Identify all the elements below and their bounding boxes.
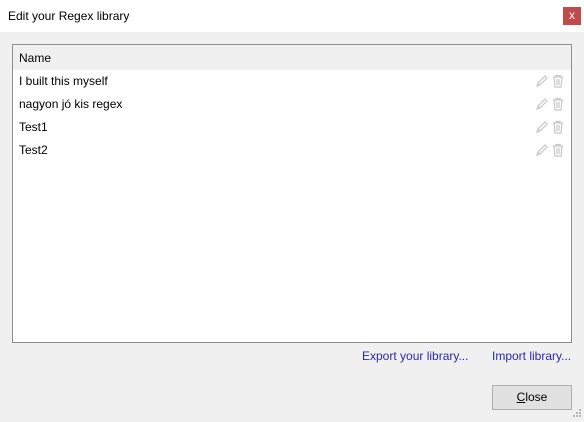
list-item[interactable]: nagyon jó kis regex: [13, 93, 571, 116]
pencil-icon[interactable]: [535, 97, 549, 111]
row-actions: [535, 97, 567, 113]
close-button-label: lose: [525, 390, 548, 404]
list-item-label: nagyon jó kis regex: [19, 97, 123, 111]
trash-icon[interactable]: [551, 74, 565, 88]
list-item-label: Test1: [19, 120, 48, 134]
column-header-name[interactable]: Name: [13, 45, 571, 70]
window-close-button[interactable]: x: [563, 7, 581, 25]
column-header-label: Name: [19, 51, 52, 65]
pencil-icon[interactable]: [535, 120, 549, 134]
regex-list[interactable]: Name I built this myself nagyon jó kis r…: [12, 44, 572, 343]
regex-library-dialog: Edit your Regex library x Name I built t…: [0, 0, 584, 422]
pencil-icon[interactable]: [535, 143, 549, 157]
trash-icon[interactable]: [551, 97, 565, 111]
pencil-icon[interactable]: [535, 74, 549, 88]
list-item-label: I built this myself: [19, 74, 108, 88]
import-library-link[interactable]: Import library...: [492, 349, 571, 363]
trash-icon[interactable]: [551, 143, 565, 157]
list-item-label: Test2: [19, 143, 48, 157]
window-title: Edit your Regex library: [8, 9, 130, 23]
title-bar: Edit your Regex library x: [0, 0, 584, 32]
trash-icon[interactable]: [551, 120, 565, 134]
resize-grip-icon[interactable]: [570, 408, 582, 420]
list-item[interactable]: Test2: [13, 139, 571, 162]
list-item[interactable]: Test1: [13, 116, 571, 139]
list-item[interactable]: I built this myself: [13, 70, 571, 93]
row-actions: [535, 120, 567, 136]
row-actions: [535, 143, 567, 159]
export-library-link[interactable]: Export your library...: [362, 349, 468, 363]
close-button[interactable]: Close: [492, 385, 572, 410]
row-actions: [535, 74, 567, 90]
